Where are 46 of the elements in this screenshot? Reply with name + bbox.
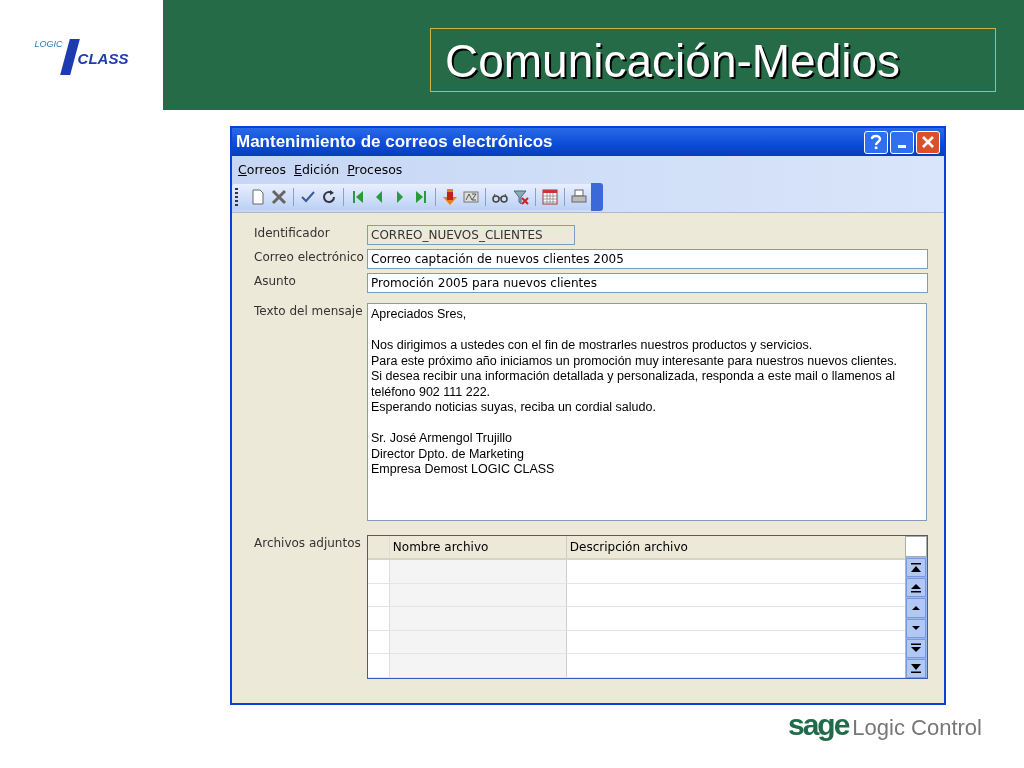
help-button[interactable] [864, 130, 888, 154]
field-label: Archivos adjuntos [254, 535, 362, 550]
close-icon [921, 135, 935, 149]
message-line: Apreciados Sres, [371, 307, 468, 323]
message-line: Nos dirigimos a ustedes con el fin de mostrarles nuestros productos y servicios. [371, 338, 814, 354]
field-label: Texto del mensaje [254, 303, 364, 318]
calendar-icon[interactable] [541, 188, 559, 206]
grip-icon[interactable] [235, 188, 238, 206]
sort-ascending-icon[interactable] [441, 188, 459, 206]
scroll-bottom-icon[interactable] [906, 658, 926, 678]
input-field[interactable]: Correo captación de nuevos clientes 2005 [367, 249, 928, 269]
new-document-icon[interactable] [249, 188, 267, 206]
message-line: Director Dpto. de Marketing [371, 446, 525, 462]
minimize-button[interactable] [890, 130, 914, 154]
refresh-icon[interactable] [320, 188, 338, 206]
printer-icon[interactable] [570, 188, 588, 206]
message-line: Para este próximo año iniciamos un promoción muy interesante para nuestros nuevos clientes. [371, 353, 898, 369]
window-title: Mantenimiento de correos electrónicos [236, 132, 553, 152]
page-down-icon[interactable] [906, 638, 926, 658]
sort-descending-icon[interactable] [462, 188, 480, 206]
close-button[interactable] [916, 130, 940, 154]
page-up-icon[interactable] [906, 578, 926, 598]
delete-icon[interactable] [270, 188, 288, 206]
menu-item[interactable]: Correos [238, 161, 287, 177]
sage-logic-control-logo: sage Logic Control [787, 708, 982, 742]
question-mark-icon [869, 134, 883, 150]
column-header[interactable]: Descripción archivo [566, 536, 905, 558]
minimize-icon [898, 144, 906, 148]
logic-class-logo: LOGIC CLASS [34, 35, 129, 75]
menu-item[interactable]: Procesos [347, 161, 403, 177]
column-header[interactable]: Nombre archivo [389, 536, 567, 558]
field-label: Correo electrónico [254, 249, 365, 264]
message-line: Si desea recibir una información detallada y personalizada, responda a este mail o llamenos al teléfono 902 111 222. [371, 369, 896, 400]
message-line: Esperando noticias suyas, reciba un cordial saludo. [371, 400, 657, 416]
up-icon[interactable] [906, 598, 926, 618]
slide-title: Comunicación-Medios [430, 28, 996, 92]
field-label: Asunto [254, 273, 297, 288]
input-field[interactable]: Promoción 2005 para nuevos clientes [367, 273, 928, 293]
message-text-area[interactable] [367, 303, 927, 521]
message-line: Empresa Demost LOGIC CLASS [371, 462, 556, 478]
menu-item[interactable]: Edición [294, 161, 340, 177]
field-label: Identificador [254, 225, 331, 240]
scroll-top-icon[interactable] [906, 558, 926, 578]
down-icon[interactable] [906, 618, 926, 638]
filter-clear-icon[interactable] [512, 188, 530, 206]
message-line: Sr. José Armengol Trujillo [371, 431, 514, 447]
